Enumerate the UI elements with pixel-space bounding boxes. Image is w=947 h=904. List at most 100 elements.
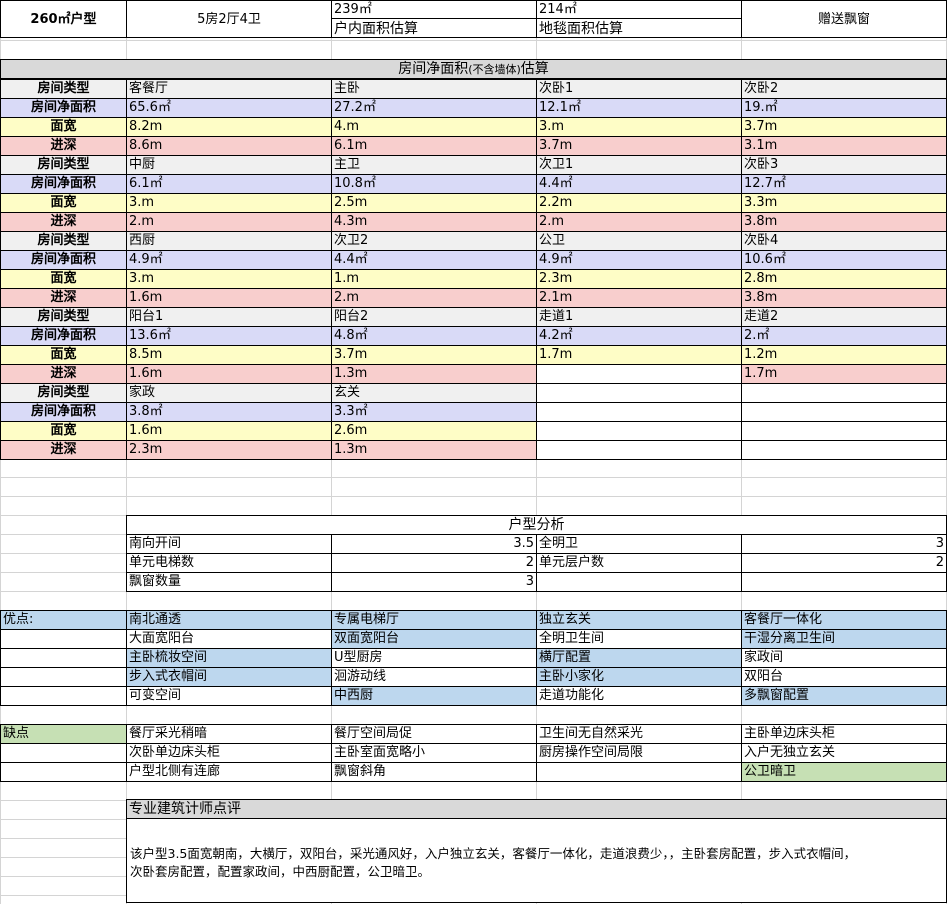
bay-window-label[interactable]: 赠送飘窗 — [741, 0, 947, 38]
room-width-cell[interactable] — [741, 421, 947, 441]
pro-item[interactable]: U型厨房 — [331, 648, 537, 668]
room-width-cell[interactable]: 3.m — [126, 269, 332, 289]
room-width-cell[interactable]: 3.3m — [741, 193, 947, 213]
room-width-cell[interactable]: 8.5m — [126, 345, 332, 365]
room-depth-cell[interactable]: 4.3m — [331, 212, 537, 232]
room-area-cell[interactable]: 12.7㎡ — [741, 174, 947, 194]
room-area-cell[interactable]: 3.8㎡ — [126, 402, 332, 422]
analysis-value[interactable]: 2 — [741, 553, 947, 573]
analysis-value[interactable]: 2 — [331, 553, 537, 573]
room-area-cell[interactable]: 4.4㎡ — [536, 174, 742, 194]
room-width-cell[interactable]: 3.m — [536, 117, 742, 137]
pros-label[interactable]: 优点: — [0, 610, 127, 630]
pro-item[interactable]: 主卧梳妆空间 — [126, 648, 332, 668]
room-type-cell[interactable]: 玄关 — [331, 383, 537, 403]
row-label-area[interactable]: 房间净面积 — [0, 402, 127, 422]
room-depth-cell[interactable]: 3.7m — [536, 136, 742, 156]
room-type-cell[interactable]: 客餐厅 — [126, 79, 332, 99]
gross-area[interactable]: 239㎡ — [331, 0, 537, 19]
analysis-key[interactable]: 单元电梯数 — [126, 553, 332, 573]
row-label-depth[interactable]: 进深 — [0, 288, 127, 308]
room-type-cell[interactable]: 主卫 — [331, 155, 537, 175]
room-type-cell[interactable]: 次卧4 — [741, 231, 947, 251]
con-item[interactable] — [536, 762, 742, 782]
cons-label[interactable]: 缺点 — [0, 724, 127, 744]
room-width-cell[interactable]: 2.8m — [741, 269, 947, 289]
room-width-cell[interactable]: 1.2m — [741, 345, 947, 365]
pro-item[interactable]: 多飘窗配置 — [741, 686, 947, 706]
pro-item[interactable]: 全明卫生间 — [536, 629, 742, 649]
room-area-cell[interactable]: 6.1㎡ — [126, 174, 332, 194]
analysis-value[interactable]: 3 — [331, 572, 537, 592]
room-depth-cell[interactable]: 3.8m — [741, 212, 947, 232]
room-type-cell[interactable]: 次卫1 — [536, 155, 742, 175]
room-width-cell[interactable]: 1.6m — [126, 421, 332, 441]
review-body[interactable]: 该户型3.5面宽朝南，大横厅，双阳台，采光通风好，入户独立玄关，客餐厅一体化，走… — [126, 818, 947, 903]
row-label-type[interactable]: 房间类型 — [0, 155, 127, 175]
row-label-width[interactable]: 面宽 — [0, 421, 127, 441]
room-depth-cell[interactable] — [536, 364, 742, 384]
analysis-key[interactable]: 全明卫 — [536, 534, 742, 554]
room-depth-cell[interactable]: 2.1m — [536, 288, 742, 308]
row-label-area[interactable]: 房间净面积 — [0, 174, 127, 194]
room-type-cell[interactable]: 阳台2 — [331, 307, 537, 327]
room-type-cell[interactable] — [741, 383, 947, 403]
room-width-cell[interactable]: 2.5m — [331, 193, 537, 213]
carpet-area[interactable]: 214㎡ — [536, 0, 742, 19]
row-label-area[interactable]: 房间净面积 — [0, 250, 127, 270]
gross-area-label[interactable]: 户内面积估算 — [331, 18, 537, 38]
con-item[interactable]: 主卧单边床头柜 — [741, 724, 947, 744]
cons-label-blank[interactable] — [0, 743, 127, 763]
pro-item[interactable]: 走道功能化 — [536, 686, 742, 706]
room-width-cell[interactable]: 4.m — [331, 117, 537, 137]
pro-item[interactable]: 大面宽阳台 — [126, 629, 332, 649]
room-area-cell[interactable]: 4.9㎡ — [126, 250, 332, 270]
con-item[interactable]: 户型北侧有连廊 — [126, 762, 332, 782]
row-label-type[interactable]: 房间类型 — [0, 307, 127, 327]
room-area-cell[interactable] — [536, 402, 742, 422]
pro-item[interactable]: 横厅配置 — [536, 648, 742, 668]
carpet-area-label[interactable]: 地毯面积估算 — [536, 18, 742, 38]
con-item[interactable]: 餐厅空间局促 — [331, 724, 537, 744]
con-item[interactable]: 飘窗斜角 — [331, 762, 537, 782]
room-depth-cell[interactable] — [536, 440, 742, 460]
pro-item[interactable]: 家政间 — [741, 648, 947, 668]
room-area-cell[interactable]: 4.9㎡ — [536, 250, 742, 270]
row-label-type[interactable]: 房间类型 — [0, 79, 127, 99]
analysis-key[interactable]: 南向开间 — [126, 534, 332, 554]
analysis-title[interactable]: 户型分析 — [126, 515, 947, 535]
room-type-cell[interactable]: 公卫 — [536, 231, 742, 251]
room-width-cell[interactable]: 2.2m — [536, 193, 742, 213]
room-depth-cell[interactable]: 1.3m — [331, 364, 537, 384]
review-title[interactable]: 专业建筑计师点评 — [126, 799, 947, 819]
row-label-type[interactable]: 房间类型 — [0, 383, 127, 403]
row-label-depth[interactable]: 进深 — [0, 440, 127, 460]
room-area-cell[interactable]: 19.㎡ — [741, 98, 947, 118]
analysis-key[interactable]: 单元层户数 — [536, 553, 742, 573]
row-label-depth[interactable]: 进深 — [0, 364, 127, 384]
room-area-cell[interactable]: 10.6㎡ — [741, 250, 947, 270]
layout-title[interactable]: 260㎡户型 — [0, 0, 127, 38]
row-label-area[interactable]: 房间净面积 — [0, 98, 127, 118]
room-depth-cell[interactable]: 2.m — [536, 212, 742, 232]
con-item[interactable]: 餐厅采光稍暗 — [126, 724, 332, 744]
room-area-cell[interactable]: 4.8㎡ — [331, 326, 537, 346]
room-depth-cell[interactable]: 2.m — [126, 212, 332, 232]
room-width-cell[interactable]: 8.2m — [126, 117, 332, 137]
room-depth-cell[interactable]: 8.6m — [126, 136, 332, 156]
pros-label-blank[interactable] — [0, 686, 127, 706]
room-type-cell[interactable]: 主卧 — [331, 79, 537, 99]
pro-item[interactable]: 中西厨 — [331, 686, 537, 706]
pro-item[interactable]: 客餐厅一体化 — [741, 610, 947, 630]
room-depth-cell[interactable]: 2.3m — [126, 440, 332, 460]
room-area-cell[interactable]: 65.6㎡ — [126, 98, 332, 118]
room-type-cell[interactable]: 次卧1 — [536, 79, 742, 99]
room-width-cell[interactable]: 1.7m — [536, 345, 742, 365]
con-item[interactable]: 主卧室面宽略小 — [331, 743, 537, 763]
net-area-section-title[interactable]: 房间净面积(不含墙体)估算 — [0, 59, 947, 79]
pro-item[interactable]: 可变空间 — [126, 686, 332, 706]
room-area-cell[interactable]: 27.2㎡ — [331, 98, 537, 118]
room-type-cell[interactable]: 次卧2 — [741, 79, 947, 99]
analysis-key[interactable] — [536, 572, 742, 592]
pros-label-blank[interactable] — [0, 648, 127, 668]
